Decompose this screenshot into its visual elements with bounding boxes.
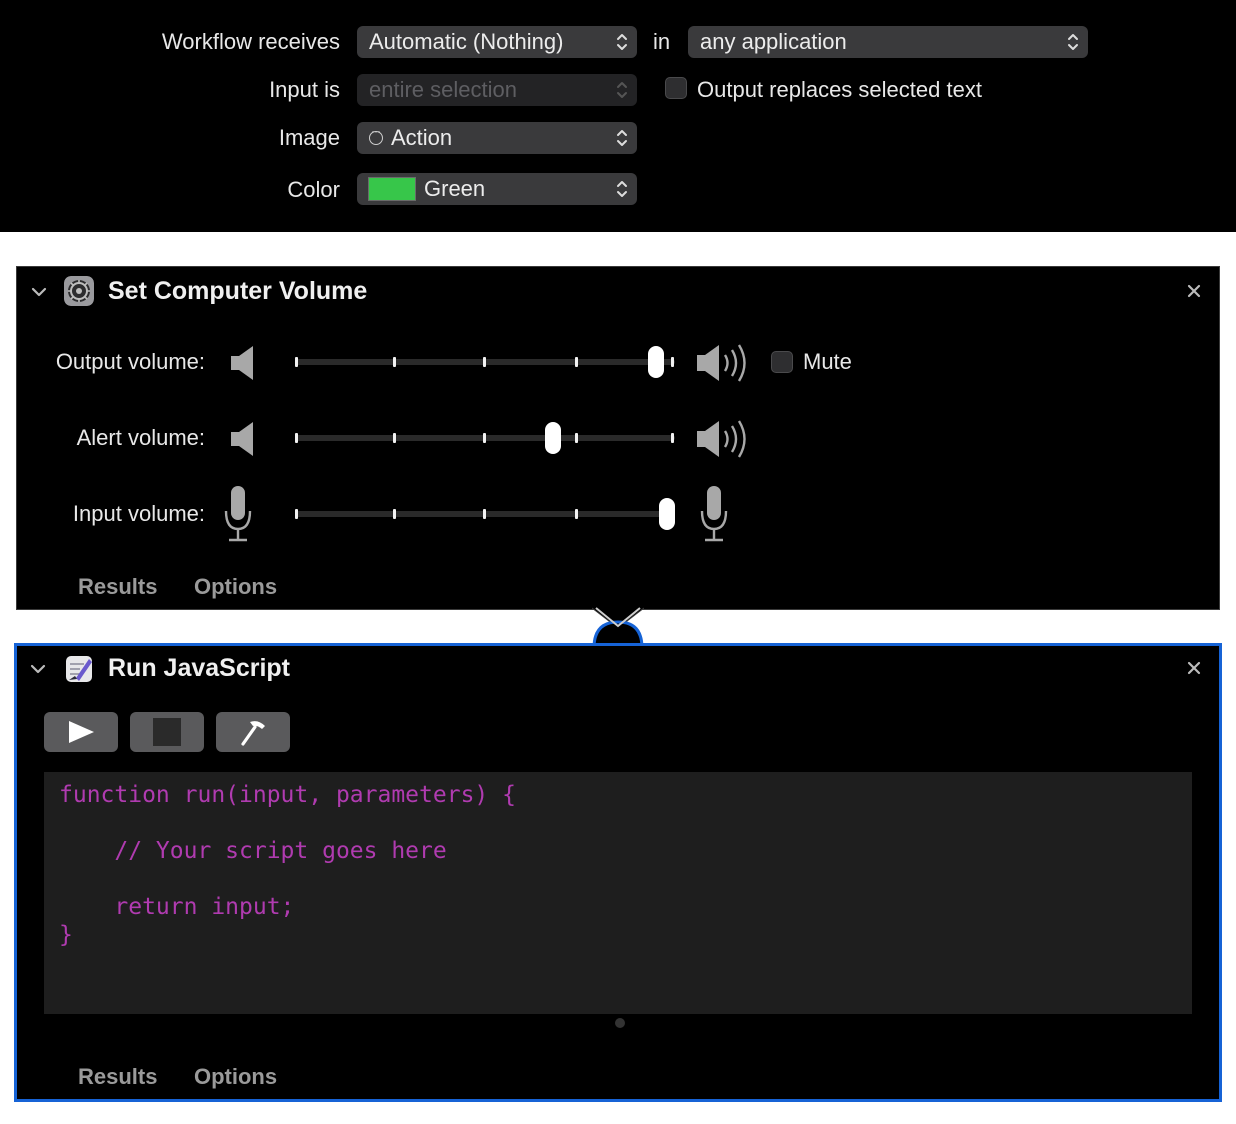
workflow-receives-value: Automatic (Nothing) [369,29,564,54]
mute-checkbox[interactable] [771,351,793,373]
run-button[interactable] [44,712,118,752]
input-volume-slider[interactable] [295,498,676,530]
color-value: Green [424,176,486,201]
microphone-high-icon [700,486,728,542]
set-computer-volume-action: Set Computer Volume Output volume: Mute … [16,266,1220,610]
workflow-settings-header: Workflow receives Automatic (Nothing) in… [0,0,1236,232]
output-volume-knob[interactable] [648,346,664,378]
compile-hammer-icon [241,721,265,746]
updown-arrows-icon [616,178,628,200]
input-is-popup: entire selection [357,74,637,106]
output-replaces-checkbox[interactable] [665,77,687,99]
disclosure-chevron-icon[interactable] [30,664,46,674]
code-line: } [59,922,73,948]
output-replaces-label: Output replaces selected text [697,77,982,102]
image-label: Image [278,125,340,150]
in-label: in [653,29,671,54]
mute-label: Mute [803,349,852,374]
updown-arrows-icon [1067,31,1079,53]
speaker-high-icon [697,344,746,382]
updown-arrows-icon [616,127,628,149]
alert-volume-slider[interactable] [295,422,675,454]
code-line: return input; [59,894,295,920]
output-volume-slider[interactable] [295,346,675,378]
action-icon [369,124,383,145]
run-javascript-action: Run JavaScript function run(input, param… [14,643,1222,1102]
input-is-value: entire selection [369,77,517,102]
speaker-low-icon [231,422,253,456]
action-title: Set Computer Volume [108,277,368,305]
alert-volume-knob[interactable] [545,422,562,454]
updown-arrows-icon [616,79,628,101]
color-popup[interactable]: Green [357,173,637,205]
close-icon[interactable] [1187,661,1201,675]
input-is-label: Input is [269,77,340,102]
alert-volume-label: Alert volume: [76,425,205,450]
options-tab[interactable]: Options [194,574,277,600]
run-icon [69,721,94,743]
options-tab[interactable]: Options [194,1064,277,1090]
speaker-low-icon [231,346,253,380]
stop-button[interactable] [130,712,204,752]
close-icon[interactable] [1187,284,1201,298]
stop-icon [153,718,181,746]
speaker-high-icon [697,420,746,458]
color-label: Color [287,177,340,202]
code-line: // Your script goes here [59,838,447,864]
image-popup[interactable]: Action [357,122,637,154]
results-tab[interactable]: Results [78,1064,157,1090]
workflow-receives-label: Workflow receives [161,29,340,54]
image-value: Action [391,125,453,150]
application-popup[interactable]: any application [688,26,1088,58]
action-title: Run JavaScript [108,654,291,682]
disclosure-chevron-icon[interactable] [31,287,47,297]
updown-arrows-icon [616,31,628,53]
script-editor-icon [66,656,92,682]
compile-button[interactable] [216,712,290,752]
editor-resize-handle[interactable] [615,1018,625,1028]
script-editor[interactable]: function run(input, parameters) { // You… [44,772,1192,1014]
workflow-receives-popup[interactable]: Automatic (Nothing) [357,26,637,58]
microphone-low-icon [224,486,252,542]
code-line: function run(input, parameters) { [59,782,516,808]
color-swatch [368,177,416,201]
input-volume-knob[interactable] [659,498,676,530]
output-volume-label: Output volume: [55,349,205,374]
system-preferences-icon [64,276,94,306]
application-value: any application [700,29,847,54]
results-tab[interactable]: Results [78,574,157,600]
input-volume-label: Input volume: [72,501,205,526]
